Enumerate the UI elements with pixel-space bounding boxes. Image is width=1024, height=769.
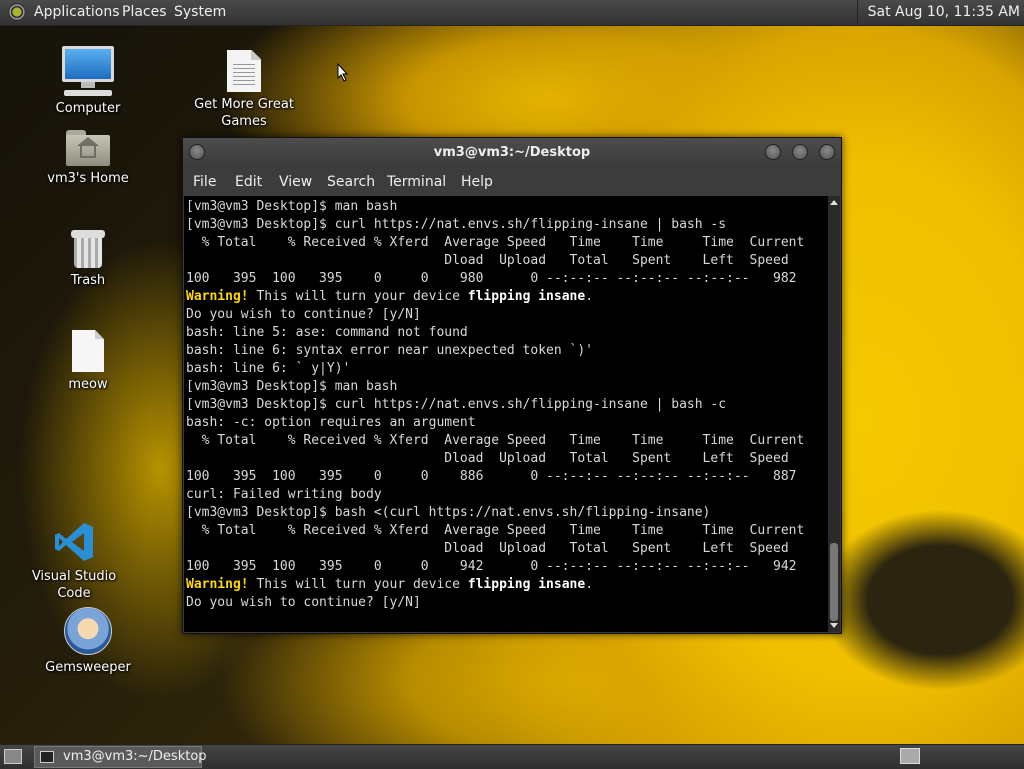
clock-text: Sat Aug 10, 11:35 AM xyxy=(867,4,1020,20)
desktop-icon-vscode[interactable]: Visual Studio Code xyxy=(19,520,129,602)
window-title-bar[interactable]: vm3@vm3:~/Desktop xyxy=(183,138,841,168)
maximize-button[interactable] xyxy=(792,144,808,160)
terminal-text: [vm3@vm3 Desktop]$ man bash [vm3@vm3 Desk… xyxy=(184,196,828,612)
terminal-line: bash: -c: option requires an argument xyxy=(186,415,476,430)
file-icon xyxy=(33,330,143,372)
terminal-line: Dload Upload Total Spent Left Speed xyxy=(186,451,789,466)
clock[interactable]: Sat Aug 10, 11:35 AM xyxy=(856,0,1024,25)
desktop-icon-label: Gemsweeper xyxy=(45,660,131,675)
terminal-line: Dload Upload Total Spent Left Speed xyxy=(186,253,789,268)
terminal-line: Do you wish to continue? [y/N] xyxy=(186,595,421,610)
home-folder-icon xyxy=(33,130,143,166)
scrollbar-thumb[interactable] xyxy=(830,543,838,621)
terminal-scrollbar[interactable] xyxy=(828,196,840,632)
terminal-line: % Total % Received % Xferd Average Speed… xyxy=(186,235,805,250)
terminal-line: 100 395 100 395 0 0 886 0 --:--:-- --:--… xyxy=(186,469,797,484)
terminal-line: Warning! This will turn your device flip… xyxy=(186,577,594,592)
terminal-line: Dload Upload Total Spent Left Speed xyxy=(186,541,789,556)
terminal-line: [vm3@vm3 Desktop]$ man bash xyxy=(186,199,398,214)
menu-system[interactable]: System xyxy=(174,4,226,20)
terminal-line: curl: Failed writing body xyxy=(186,487,382,502)
terminal-line: Do you wish to continue? [y/N] xyxy=(186,307,421,322)
menu-places[interactable]: Places xyxy=(122,4,167,20)
scroll-up-icon[interactable] xyxy=(830,200,838,205)
menu-applications[interactable]: Applications xyxy=(34,4,120,20)
document-icon xyxy=(189,50,299,92)
menu-terminal[interactable]: Terminal xyxy=(387,174,446,190)
menu-file[interactable]: File xyxy=(193,174,216,190)
terminal-line: [vm3@vm3 Desktop]$ man bash xyxy=(186,379,398,394)
terminal-window[interactable]: vm3@vm3:~/Desktop File Edit View Search … xyxy=(182,137,842,634)
bottom-panel: vm3@vm3:~/Desktop xyxy=(0,744,1024,769)
terminal-menu-bar: File Edit View Search Terminal Help xyxy=(183,168,841,196)
terminal-line: [vm3@vm3 Desktop]$ curl https://nat.envs… xyxy=(186,397,727,412)
top-panel: Applications Places System Sat Aug 10, 1… xyxy=(0,0,1024,26)
vscode-icon xyxy=(52,520,96,564)
desktop-icon-gemsweeper[interactable]: Gemsweeper xyxy=(33,607,143,676)
desktop-icon-label: vm3's Home xyxy=(47,171,129,186)
close-button[interactable] xyxy=(819,144,835,160)
desktop-icon-label: Computer xyxy=(55,101,121,116)
desktop-icon-computer[interactable]: Computer xyxy=(33,46,143,117)
menu-edit[interactable]: Edit xyxy=(235,174,262,190)
scroll-down-icon[interactable] xyxy=(830,623,838,628)
workspace-switcher[interactable] xyxy=(900,748,920,764)
desktop-icon-meow[interactable]: meow xyxy=(33,330,143,393)
desktop-icon-label: meow xyxy=(68,377,108,392)
gemsweeper-icon xyxy=(33,607,143,655)
desktop-icon-label: Trash xyxy=(70,273,106,288)
terminal-line: 100 395 100 395 0 0 942 0 --:--:-- --:--… xyxy=(186,559,797,574)
terminal-line: 100 395 100 395 0 0 980 0 --:--:-- --:--… xyxy=(186,271,797,286)
terminal-line: bash: line 6: syntax error near unexpect… xyxy=(186,343,593,358)
desktop-icon-home[interactable]: vm3's Home xyxy=(33,130,143,187)
window-title: vm3@vm3:~/Desktop xyxy=(433,145,591,160)
desktop-icon-get-more-games[interactable]: Get More Great Games xyxy=(189,50,299,130)
trash-icon xyxy=(33,228,143,268)
menu-view[interactable]: View xyxy=(279,174,312,190)
taskbar-item-label: vm3@vm3:~/Desktop xyxy=(63,749,207,764)
menu-search[interactable]: Search xyxy=(327,174,375,190)
distro-logo-icon[interactable] xyxy=(8,3,26,21)
taskbar-item-terminal[interactable]: vm3@vm3:~/Desktop xyxy=(34,746,207,768)
menu-help[interactable]: Help xyxy=(461,174,493,190)
terminal-line: Warning! This will turn your device flip… xyxy=(186,289,594,304)
show-desktop-icon[interactable] xyxy=(4,749,22,764)
terminal-icon xyxy=(40,751,54,763)
minimize-button[interactable] xyxy=(765,144,781,160)
desktop-icon-trash[interactable]: Trash xyxy=(33,228,143,289)
terminal-line: [vm3@vm3 Desktop]$ bash <(curl https://n… xyxy=(186,505,711,520)
computer-icon xyxy=(33,46,143,96)
terminal-line: bash: line 5: ase: command not found xyxy=(186,325,468,340)
terminal-line: % Total % Received % Xferd Average Speed… xyxy=(186,523,805,538)
mouse-cursor-icon xyxy=(337,63,349,82)
terminal-line: % Total % Received % Xferd Average Speed… xyxy=(186,433,805,448)
terminal-output[interactable]: [vm3@vm3 Desktop]$ man bash [vm3@vm3 Desk… xyxy=(184,196,828,632)
terminal-line: [vm3@vm3 Desktop]$ curl https://nat.envs… xyxy=(186,217,727,232)
terminal-line: bash: line 6: ` y|Y)' xyxy=(186,361,351,376)
desktop-icon-label: Get More Great Games xyxy=(194,97,294,129)
desktop-icon-label: Visual Studio Code xyxy=(31,569,117,601)
